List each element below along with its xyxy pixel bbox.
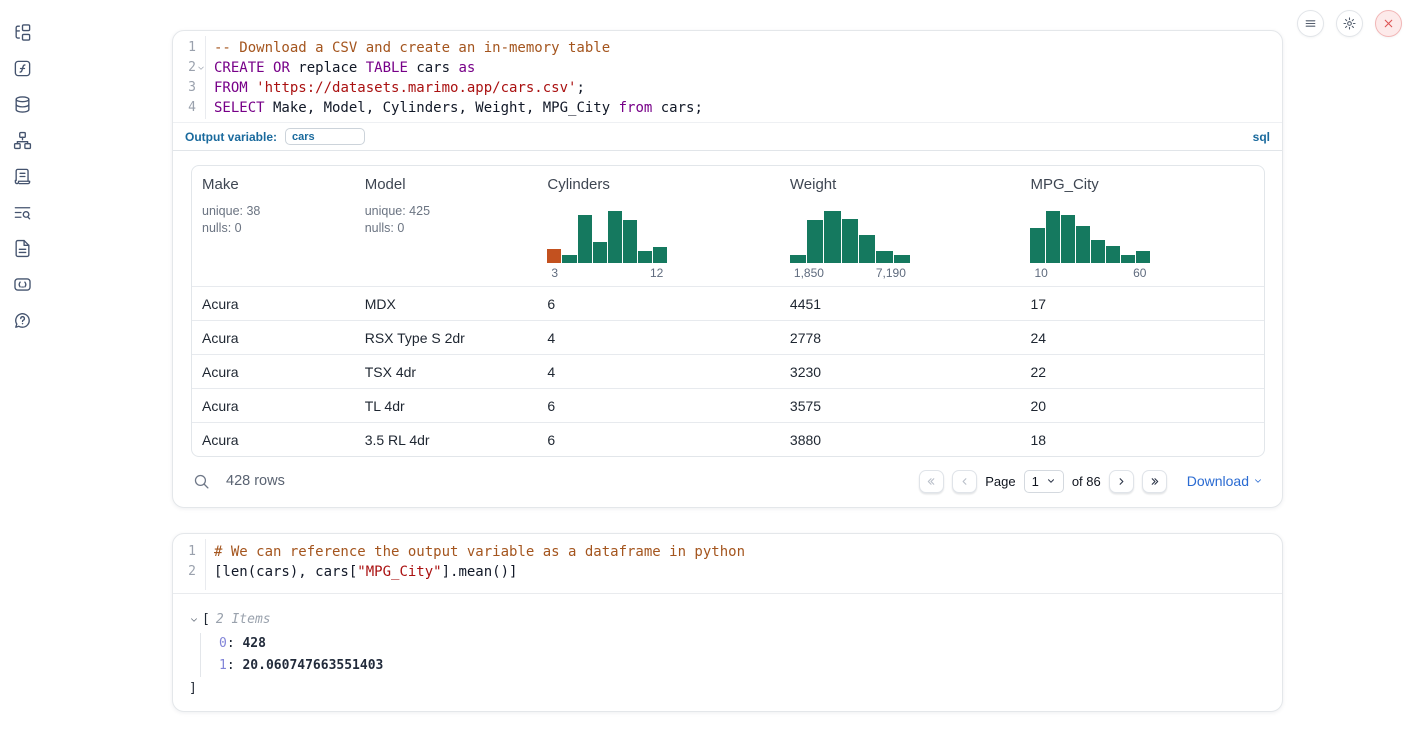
- table-header: Make unique: 38 nulls: 0 Model unique: 4…: [192, 166, 1264, 286]
- file-explorer-icon[interactable]: [13, 23, 32, 42]
- column-header-model[interactable]: Model unique: 425 nulls: 0: [355, 166, 538, 286]
- menu-button[interactable]: [1297, 10, 1324, 37]
- download-button[interactable]: Download: [1187, 473, 1263, 489]
- page-label: Page: [985, 474, 1015, 489]
- page-select[interactable]: 1: [1024, 470, 1064, 493]
- hist-min-label: 1,850: [794, 266, 824, 280]
- line-number: 3: [173, 78, 196, 98]
- sidebar: [0, 0, 44, 330]
- python-cell-output: [ 2 Items 0: 428 1: 20.060747663551403 ]: [173, 594, 1282, 699]
- hist-max-label: 12: [650, 266, 663, 280]
- close-bracket: ]: [189, 679, 1262, 699]
- pagination: Page 1 of 86 Download: [919, 470, 1263, 493]
- help-icon[interactable]: [13, 311, 32, 330]
- column-header-make[interactable]: Make unique: 38 nulls: 0: [192, 166, 355, 286]
- column-header-weight[interactable]: Weight 1,850 7,190: [780, 166, 1021, 286]
- row-count: 428 rows: [226, 473, 285, 489]
- code-line: 2 [len(cars), cars["MPG_City"].mean()]: [173, 562, 1282, 582]
- first-page-button[interactable]: [919, 470, 944, 493]
- table-row: Acura MDX 6 4451 17: [192, 286, 1264, 320]
- last-page-button[interactable]: [1142, 470, 1167, 493]
- gear-icon: [1343, 17, 1356, 30]
- list-item: 0: 428: [219, 633, 1262, 655]
- search-icon[interactable]: [193, 473, 210, 490]
- table-row: Acura RSX Type S 2dr 4 2778 24: [192, 320, 1264, 354]
- table-footer: 428 rows Page 1 of 86: [191, 457, 1265, 505]
- chevron-right-icon: [1116, 476, 1127, 487]
- language-badge[interactable]: sql: [1253, 130, 1270, 144]
- python-code-editor[interactable]: 1 # We can reference the output variable…: [173, 534, 1282, 594]
- next-page-button[interactable]: [1109, 470, 1134, 493]
- chevrons-left-icon: [926, 476, 937, 487]
- weight-histogram: [790, 211, 910, 263]
- code-line: 3 FROM 'https://datasets.marimo.app/cars…: [173, 78, 1282, 98]
- logs-icon[interactable]: [13, 203, 32, 222]
- table-row: Acura 3.5 RL 4dr 6 3880 18: [192, 422, 1264, 456]
- list-item: 1: 20.060747663551403: [219, 655, 1262, 677]
- settings-button[interactable]: [1336, 10, 1363, 37]
- column-stat-unique: unique: 425: [365, 203, 538, 220]
- fold-chevron-icon[interactable]: [196, 58, 205, 78]
- snippets-icon[interactable]: [13, 275, 32, 294]
- column-header-cylinders[interactable]: Cylinders 3 12: [537, 166, 780, 286]
- chevron-down-icon: [1253, 476, 1263, 486]
- column-header-mpg-city[interactable]: MPG_City 10 60: [1020, 166, 1264, 286]
- hist-min-label: 10: [1034, 266, 1047, 280]
- open-bracket: [: [202, 610, 210, 630]
- code-line: 4 SELECT Make, Model, Cylinders, Weight,…: [173, 98, 1282, 118]
- close-icon: [1382, 17, 1395, 30]
- sql-cell-output: Make unique: 38 nulls: 0 Model unique: 4…: [173, 151, 1282, 505]
- column-stat-unique: unique: 38: [202, 203, 355, 220]
- code-line: 1 # We can reference the output variable…: [173, 542, 1282, 562]
- data-table: Make unique: 38 nulls: 0 Model unique: 4…: [191, 165, 1265, 457]
- variables-icon[interactable]: [13, 59, 32, 78]
- line-number: 2: [173, 562, 196, 582]
- collapse-chevron-icon[interactable]: [189, 615, 199, 625]
- items-count-label: 2 Items: [216, 610, 271, 630]
- output-variable-label: Output variable:: [185, 130, 277, 144]
- previous-page-button[interactable]: [952, 470, 977, 493]
- list-entries: 0: 428 1: 20.060747663551403: [200, 633, 1262, 677]
- line-number: 1: [173, 38, 196, 58]
- column-stat-nulls: nulls: 0: [202, 220, 355, 237]
- hist-max-label: 60: [1133, 266, 1146, 280]
- table-row: Acura TL 4dr 6 3575 20: [192, 388, 1264, 422]
- column-stat-nulls: nulls: 0: [365, 220, 538, 237]
- mpg-city-histogram: [1030, 211, 1150, 263]
- sql-code-editor[interactable]: 1 -- Download a CSV and create an in-mem…: [173, 31, 1282, 122]
- chevron-left-icon: [959, 476, 970, 487]
- page-count-label: of 86: [1072, 474, 1101, 489]
- line-number: 2: [173, 58, 196, 78]
- hist-min-label: 3: [551, 266, 558, 280]
- chevrons-right-icon: [1149, 476, 1160, 487]
- output-variable-input[interactable]: [285, 128, 365, 145]
- code-line: 1 -- Download a CSV and create an in-mem…: [173, 38, 1282, 58]
- chevron-down-icon: [1046, 476, 1056, 486]
- cylinders-histogram: [547, 211, 667, 263]
- line-number: 4: [173, 98, 196, 118]
- python-cell: 1 # We can reference the output variable…: [172, 533, 1283, 712]
- shutdown-button[interactable]: [1375, 10, 1402, 37]
- line-number: 1: [173, 542, 196, 562]
- documentation-icon[interactable]: [13, 239, 32, 258]
- scratchpad-icon[interactable]: [13, 167, 32, 186]
- output-variable-row: Output variable: sql: [173, 122, 1282, 151]
- hist-max-label: 7,190: [876, 266, 906, 280]
- code-line: 2 CREATE OR replace TABLE cars as: [173, 58, 1282, 78]
- data-sources-icon[interactable]: [13, 95, 32, 114]
- topbar-controls: [1297, 10, 1402, 37]
- hamburger-icon: [1304, 17, 1317, 30]
- table-row: Acura TSX 4dr 4 3230 22: [192, 354, 1264, 388]
- sql-cell: 1 -- Download a CSV and create an in-mem…: [172, 30, 1283, 508]
- dependency-graph-icon[interactable]: [13, 131, 32, 150]
